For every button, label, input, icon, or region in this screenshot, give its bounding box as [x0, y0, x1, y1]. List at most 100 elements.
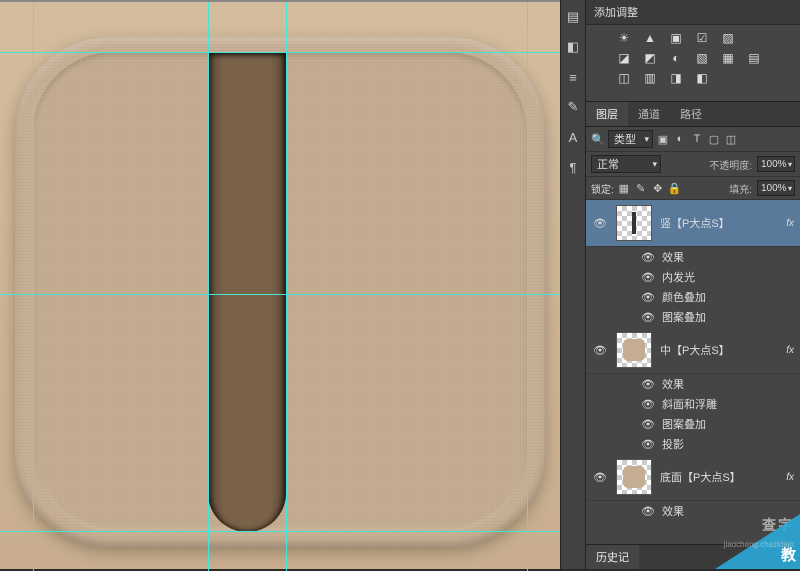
- adjustments-panel: 添加调整 ☀ ▲ ▣ ☑ ▨ ◪ ◩ ◐ ▧ ▦ ▤ ◫ ▥ ◨ ◧: [586, 0, 800, 102]
- filter-type-icon[interactable]: T: [690, 132, 704, 146]
- panel-icon[interactable]: A: [564, 128, 582, 146]
- visibility-eye-icon[interactable]: 👁: [640, 436, 656, 452]
- fx-bevel-emboss[interactable]: 斜面和浮雕: [662, 396, 717, 412]
- guide-vertical[interactable]: [286, 2, 287, 571]
- adj-invert-icon[interactable]: ◫: [616, 71, 632, 85]
- layers-tabs: 图层 通道 路径: [586, 102, 800, 127]
- panels-column: 添加调整 ☀ ▲ ▣ ☑ ▨ ◪ ◩ ◐ ▧ ▦ ▤ ◫ ▥ ◨ ◧: [586, 0, 800, 569]
- layer-row[interactable]: 👁 底面【P大点S】 fx: [586, 454, 800, 501]
- visibility-eye-icon[interactable]: 👁: [592, 469, 608, 485]
- fx-pattern-overlay[interactable]: 图案叠加: [662, 416, 706, 432]
- adj-photo-filter-icon[interactable]: ▧: [694, 51, 710, 65]
- lock-fill-bar: 锁定: ▦ ✎ ✥ 🔒 填充: 100%: [586, 177, 800, 200]
- adj-vibrance-icon[interactable]: ▨: [720, 31, 736, 45]
- guide-horizontal[interactable]: [0, 52, 560, 53]
- visibility-eye-icon[interactable]: 👁: [592, 215, 608, 231]
- lock-all-icon[interactable]: 🔒: [668, 181, 682, 195]
- layer-thumbnail[interactable]: [616, 459, 652, 495]
- adjustments-title[interactable]: 添加调整: [586, 0, 800, 25]
- fill-label: 填充:: [729, 181, 752, 196]
- guide-horizontal[interactable]: [0, 294, 560, 295]
- tab-paths[interactable]: 路径: [670, 102, 712, 126]
- fx-label[interactable]: 效果: [662, 503, 684, 519]
- visibility-eye-icon[interactable]: 👁: [640, 376, 656, 392]
- tab-history[interactable]: 历史记: [586, 545, 639, 569]
- visibility-eye-icon[interactable]: 👁: [640, 396, 656, 412]
- panel-icon[interactable]: ✎: [564, 98, 582, 116]
- layer-row[interactable]: 👁 中【P大点S】 fx: [586, 327, 800, 374]
- adj-levels-icon[interactable]: ▲: [642, 31, 658, 45]
- fill-input[interactable]: 100%: [757, 180, 795, 196]
- guide-horizontal[interactable]: [0, 531, 560, 532]
- opacity-label: 不透明度:: [709, 157, 752, 172]
- lock-position-icon[interactable]: ✥: [651, 181, 665, 195]
- adj-curves-icon[interactable]: ▣: [668, 31, 684, 45]
- filter-pixel-icon[interactable]: ▣: [656, 132, 670, 146]
- layer-name[interactable]: 竖【P大点S】: [660, 215, 782, 231]
- visibility-eye-icon[interactable]: 👁: [640, 269, 656, 285]
- panel-icon[interactable]: ≡: [564, 68, 582, 86]
- adj-balance-icon[interactable]: ◩: [642, 51, 658, 65]
- filter-shape-icon[interactable]: ▢: [707, 132, 721, 146]
- fx-badge[interactable]: fx: [786, 218, 794, 229]
- fx-color-overlay[interactable]: 颜色叠加: [662, 289, 706, 305]
- adj-lookup-icon[interactable]: ▤: [746, 51, 762, 65]
- tab-channels[interactable]: 通道: [628, 102, 670, 126]
- visibility-eye-icon[interactable]: 👁: [640, 503, 656, 519]
- filter-smart-icon[interactable]: ◫: [724, 132, 738, 146]
- visibility-eye-icon[interactable]: 👁: [592, 342, 608, 358]
- guide-vertical[interactable]: [527, 2, 528, 571]
- search-icon[interactable]: 🔍: [591, 132, 605, 146]
- layer-name[interactable]: 中【P大点S】: [660, 342, 782, 358]
- layer-thumbnail[interactable]: [616, 332, 652, 368]
- adj-brightness-icon[interactable]: ☀: [616, 31, 632, 45]
- visibility-eye-icon[interactable]: 👁: [640, 309, 656, 325]
- fx-drop-shadow[interactable]: 投影: [662, 436, 684, 452]
- layer-filter-bar: 🔍 类型 ▣ ◐ T ▢ ◫: [586, 127, 800, 152]
- document-canvas[interactable]: [0, 2, 560, 569]
- adj-hue-icon[interactable]: ◪: [616, 51, 632, 65]
- layer-thumbnail[interactable]: [616, 205, 652, 241]
- adjustments-body: ☀ ▲ ▣ ☑ ▨ ◪ ◩ ◐ ▧ ▦ ▤ ◫ ▥ ◨ ◧: [586, 25, 800, 101]
- layer-effects-list: 👁 效果: [586, 501, 800, 521]
- layer-effects-list: 👁 效果 👁 斜面和浮雕 👁 图案叠加 👁 投影: [586, 374, 800, 454]
- lock-pixels-icon[interactable]: ✎: [634, 181, 648, 195]
- blend-mode-dropdown[interactable]: 正常: [591, 155, 661, 173]
- filter-adjust-icon[interactable]: ◐: [673, 132, 687, 146]
- fx-badge[interactable]: fx: [786, 472, 794, 483]
- guide-vertical[interactable]: [208, 2, 209, 571]
- filter-type-dropdown[interactable]: 类型: [608, 130, 653, 148]
- adj-bw-icon[interactable]: ◐: [668, 51, 684, 65]
- guide-vertical[interactable]: [33, 2, 34, 571]
- tab-layers[interactable]: 图层: [586, 102, 628, 126]
- blend-opacity-bar: 正常 不透明度: 100%: [586, 152, 800, 177]
- lock-label: 锁定:: [591, 181, 614, 196]
- panel-icon[interactable]: ▤: [564, 8, 582, 26]
- panel-icon[interactable]: ◧: [564, 38, 582, 56]
- icon-vertical-slot: [208, 52, 286, 532]
- adj-posterize-icon[interactable]: ▥: [642, 71, 658, 85]
- collapsed-panel-strip: ▤ ◧ ≡ ✎ A ¶: [560, 0, 586, 569]
- layers-list: 👁 竖【P大点S】 fx 👁 效果 👁 内发光 👁 颜色叠加 👁 图案叠加 👁 中【P大…: [586, 200, 800, 521]
- adj-gradient-map-icon[interactable]: ◧: [694, 71, 710, 85]
- fx-badge[interactable]: fx: [786, 345, 794, 356]
- adj-exposure-icon[interactable]: ☑: [694, 31, 710, 45]
- panel-icon[interactable]: ¶: [564, 158, 582, 176]
- adj-threshold-icon[interactable]: ◨: [668, 71, 684, 85]
- fx-inner-glow[interactable]: 内发光: [662, 269, 695, 285]
- opacity-input[interactable]: 100%: [757, 156, 795, 172]
- fx-label[interactable]: 效果: [662, 249, 684, 265]
- layers-panel: 图层 通道 路径 🔍 类型 ▣ ◐ T ▢ ◫ 正常 不透明度: 100% 锁定…: [586, 102, 800, 521]
- canvas-area: [0, 0, 560, 569]
- adj-mixer-icon[interactable]: ▦: [720, 51, 736, 65]
- lock-transparent-icon[interactable]: ▦: [617, 181, 631, 195]
- layer-name[interactable]: 底面【P大点S】: [660, 469, 782, 485]
- fx-pattern-overlay[interactable]: 图案叠加: [662, 309, 706, 325]
- history-panel: 历史记: [586, 544, 800, 569]
- visibility-eye-icon[interactable]: 👁: [640, 249, 656, 265]
- layer-effects-list: 👁 效果 👁 内发光 👁 颜色叠加 👁 图案叠加: [586, 247, 800, 327]
- fx-label[interactable]: 效果: [662, 376, 684, 392]
- visibility-eye-icon[interactable]: 👁: [640, 416, 656, 432]
- layer-row[interactable]: 👁 竖【P大点S】 fx: [586, 200, 800, 247]
- visibility-eye-icon[interactable]: 👁: [640, 289, 656, 305]
